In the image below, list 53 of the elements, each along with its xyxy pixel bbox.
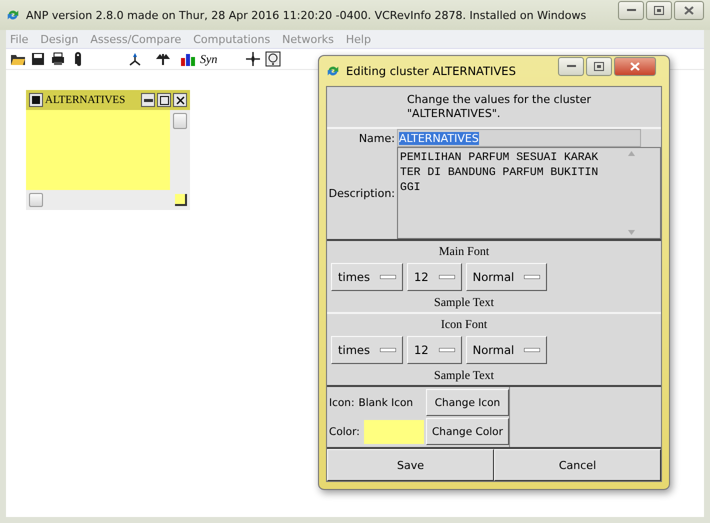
font-dropdown[interactable]: 12 <box>406 336 462 364</box>
dropdown-indicator-icon <box>438 348 455 352</box>
section-heading: Main Font <box>438 244 490 259</box>
dropdown-indicator-icon <box>524 275 540 279</box>
save-icon[interactable] <box>30 51 46 67</box>
name-field[interactable]: ALTERNATIVES <box>397 129 641 147</box>
bar-chart-icon[interactable] <box>180 51 196 67</box>
change-color-button[interactable]: Change Color <box>426 418 509 445</box>
icon-label: Icon: <box>329 396 354 408</box>
font-dropdown[interactable]: Normal <box>466 336 548 364</box>
cancel-button[interactable]: Cancel <box>494 449 661 481</box>
font-dropdown[interactable]: times <box>331 263 403 291</box>
window-title: ANP version 2.8.0 made on Thur, 28 Apr 2016 11:20:20 -0400. VCRevInfo 2878. Installed on Windows <box>26 8 588 22</box>
close-icon <box>684 6 694 15</box>
dropdown-indicator-icon <box>380 348 396 352</box>
dropdown-indicator-icon <box>380 275 396 279</box>
minimize-icon <box>566 65 576 68</box>
minimize-button[interactable] <box>141 93 155 107</box>
minimize-button[interactable] <box>618 1 644 20</box>
help-icon[interactable] <box>265 51 282 67</box>
minimize-button[interactable] <box>558 57 584 76</box>
description-label: Description: <box>328 186 396 200</box>
dropdown-indicator-icon <box>524 348 540 352</box>
icon-value: Blank Icon <box>358 396 414 408</box>
change-icon-button[interactable]: Change Icon <box>426 389 509 416</box>
minimize-icon <box>626 9 636 12</box>
maximize-icon <box>594 62 604 71</box>
synthesis-label[interactable]: Syn <box>200 52 218 66</box>
cluster-title: ALTERNATIVES <box>45 94 126 106</box>
section-heading: Icon Font <box>440 317 488 332</box>
name-label: Name: <box>358 132 396 144</box>
cluster-window[interactable]: ALTERNATIVES <box>26 90 190 210</box>
font-dropdown[interactable]: times <box>331 336 403 364</box>
app-icon <box>6 8 20 22</box>
window-menu-button[interactable] <box>29 93 43 107</box>
color-label: Color: <box>329 426 360 438</box>
sample-text: Sample Text <box>434 295 494 310</box>
resize-corner[interactable] <box>175 194 187 206</box>
font-dropdown[interactable]: 12 <box>406 263 462 291</box>
maximize-button[interactable] <box>157 93 171 107</box>
maximize-button[interactable] <box>646 1 672 20</box>
minimize-icon <box>144 98 152 102</box>
app-icon <box>326 64 340 78</box>
close-icon <box>630 62 640 71</box>
dropdown-indicator-icon <box>438 275 455 279</box>
sample-text: Sample Text <box>434 368 494 383</box>
maximize-icon <box>654 6 664 15</box>
maximize-button[interactable] <box>586 57 612 76</box>
save-button[interactable]: Save <box>327 449 494 481</box>
print-icon[interactable] <box>50 51 66 67</box>
close-button[interactable] <box>173 93 187 107</box>
dialog-title: Editing cluster ALTERNATIVES <box>346 64 517 78</box>
font-dropdown[interactable]: Normal <box>466 263 548 291</box>
